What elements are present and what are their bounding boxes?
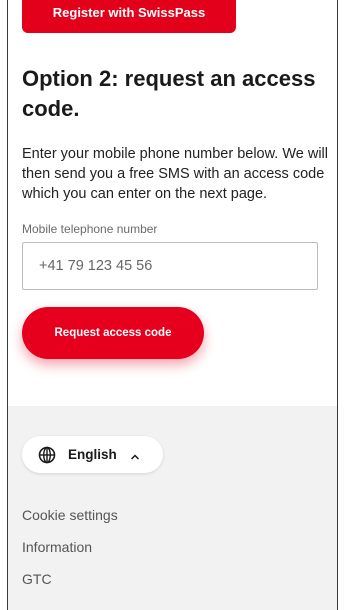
footer-link-cookie-settings[interactable]: Cookie settings [22,507,118,523]
globe-icon [38,446,56,464]
page-frame: Register with SwissPass Option 2: reques… [7,0,338,610]
option2-heading: Option 2: request an access code. [22,66,316,121]
language-label: English [68,447,117,462]
language-selector[interactable]: English [22,436,163,473]
phone-field-label: Mobile telephone number [22,222,158,236]
request-access-code-button[interactable]: Request access code [22,307,204,359]
footer-link-information[interactable]: Information [22,539,92,555]
option2-description: Enter your mobile phone number below. We… [22,146,329,202]
phone-number-input[interactable] [22,242,318,290]
register-swisspass-button[interactable]: Register with SwissPass [22,0,236,33]
footer-link-gtc[interactable]: GTC [22,571,52,587]
chevron-up-icon [130,450,140,460]
footer: English Cookie settings Information GTC [8,406,337,610]
